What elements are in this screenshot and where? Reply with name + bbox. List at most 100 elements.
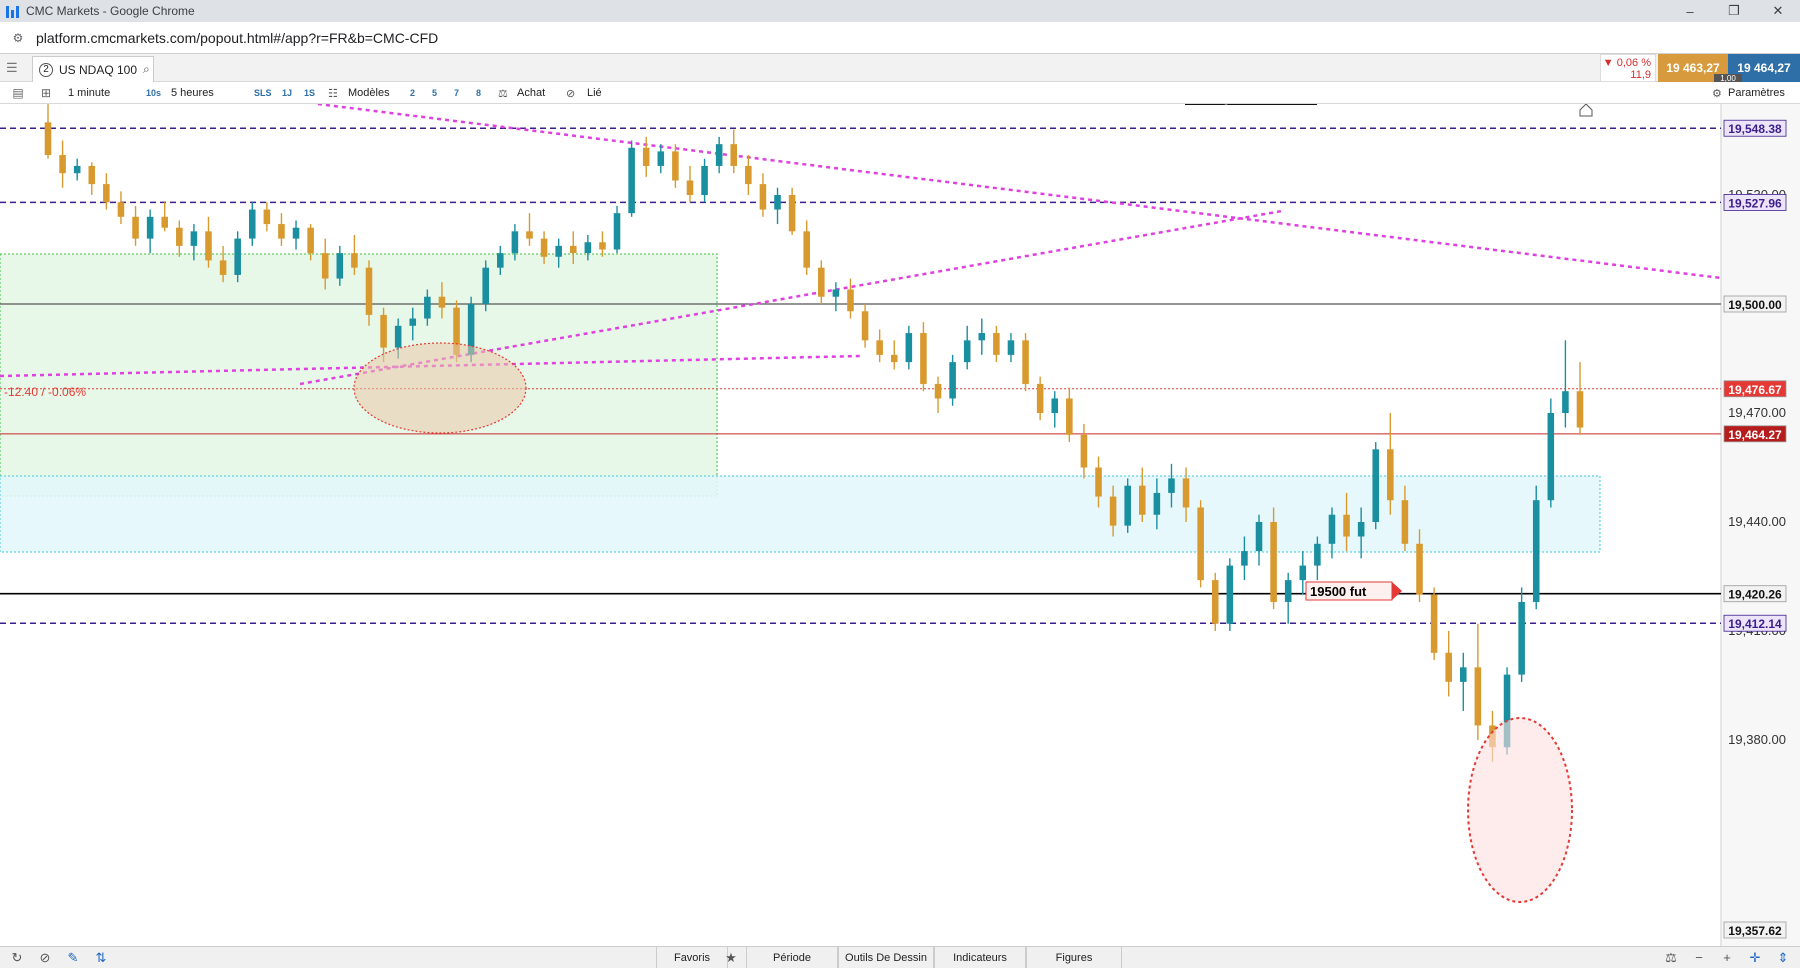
indicators-label: Indicateurs: [953, 951, 1007, 964]
candle-body: [701, 165, 708, 195]
candle-body: [730, 144, 738, 166]
candle-body: [949, 362, 956, 399]
price-tag-round: 19,500.00: [1723, 295, 1787, 313]
model-2[interactable]: 2: [410, 82, 415, 104]
close-icon[interactable]: ✕: [1756, 0, 1800, 22]
scale-icon[interactable]: ⚖: [498, 82, 508, 104]
candle-body: [569, 245, 577, 254]
chart-canvas[interactable]: -12.40 / -0.06% 19500 fut 13:00 14:00 16:00…: [0, 90, 1800, 946]
time-tick-label: 16:00: [1603, 104, 1633, 105]
btn-10s[interactable]: 10s: [146, 82, 161, 104]
candle-body: [1445, 652, 1452, 682]
candle-body: [1284, 580, 1292, 602]
window-title: CMC Markets - Google Chrome: [26, 4, 195, 18]
drawing-tools-tab[interactable]: Outils De Dessin: [838, 947, 934, 968]
address-bar[interactable]: ⚙ platform.cmcmarkets.com/popout.html#/a…: [0, 22, 1800, 54]
candle-body: [1314, 543, 1321, 566]
url-text[interactable]: platform.cmcmarkets.com/popout.html#/app…: [36, 30, 438, 46]
candle-body: [905, 333, 913, 363]
menu-icon[interactable]: ☰: [6, 60, 18, 76]
minimize-icon[interactable]: –: [1668, 0, 1712, 22]
models-icon[interactable]: ☷: [328, 82, 342, 104]
candle-body: [263, 209, 271, 225]
change-pts: 11,9: [1630, 69, 1651, 81]
candle: [234, 231, 241, 283]
candle-body: [672, 151, 679, 181]
change-pct: ▼ 0,06 %: [1602, 57, 1651, 69]
settings-button[interactable]: Paramètres: [1728, 82, 1785, 104]
instrument-tab[interactable]: 2 US NDAQ 100 ⌕: [32, 56, 154, 82]
price-tag-support-text: 19,420.26: [1728, 588, 1782, 602]
scale-icon[interactable]: ⚖: [1662, 947, 1680, 968]
cmc-logo-icon: [6, 4, 20, 18]
price-chart[interactable]: -12.40 / -0.06% 19500 fut 13:00 14:00 16:00…: [0, 90, 1800, 946]
candle-body: [1401, 500, 1409, 544]
site-settings-icon[interactable]: ⚙: [8, 28, 28, 48]
btn-sls[interactable]: SLS: [254, 82, 272, 104]
list-icon[interactable]: ▤: [10, 82, 26, 104]
candle-body: [526, 231, 533, 239]
link-icon[interactable]: ⊘: [566, 82, 575, 104]
candle-body: [132, 216, 139, 239]
favorites-tab[interactable]: Favoris: [656, 947, 728, 968]
candle-body: [715, 144, 723, 166]
candle-body: [1299, 565, 1307, 581]
candle: [1211, 572, 1219, 631]
candle: [628, 140, 635, 217]
price-tag-last-close-text: 19,476.67: [1728, 383, 1782, 397]
disable-icon[interactable]: ⊘: [36, 947, 54, 968]
zoom-in-icon[interactable]: +: [1718, 947, 1736, 968]
period-tab[interactable]: Période: [746, 947, 838, 968]
candle: [1022, 333, 1029, 392]
candle-body: [993, 333, 1000, 355]
candle-body: [745, 165, 752, 185]
fut-label-text: 19500 fut: [1310, 584, 1367, 599]
candle-body: [920, 333, 927, 384]
btn-1s[interactable]: 1S: [304, 82, 315, 104]
candle-body: [424, 296, 431, 319]
layout-icon[interactable]: ⊞: [38, 82, 54, 104]
search-icon[interactable]: ⌕: [143, 62, 150, 77]
price-tag-current-text: 19,464.27: [1728, 428, 1782, 442]
buy-price: 19 464,27: [1737, 61, 1791, 75]
period-select[interactable]: 5 heures: [171, 82, 249, 104]
bottom-bar: ↻ ⊘ ✎ ⇅ Favoris ★ Période Outils De Dess…: [0, 946, 1800, 968]
model-7[interactable]: 7: [454, 82, 459, 104]
crosshair-time: 27 Aug 2024 16:30:00: [1185, 90, 1317, 105]
candle-body: [1197, 507, 1204, 581]
model-5[interactable]: 5: [432, 82, 437, 104]
candle-body: [482, 267, 489, 304]
candle-body: [934, 383, 942, 399]
candle-body: [1430, 594, 1438, 653]
figures-tab[interactable]: Figures: [1026, 947, 1122, 968]
candle-body: [365, 267, 373, 315]
zoom-out-icon[interactable]: −: [1690, 947, 1708, 968]
refresh-icon[interactable]: ↻: [8, 947, 26, 968]
price-tick-label: 19,380.00: [1728, 732, 1786, 747]
candle-body: [1459, 667, 1467, 682]
models-button[interactable]: Modèles: [348, 82, 390, 104]
candle-body: [219, 260, 227, 275]
buy-toolbar-button[interactable]: Achat: [517, 82, 545, 104]
settings-icon[interactable]: ⚙: [1712, 82, 1722, 104]
candle-body: [657, 151, 665, 166]
interval-select[interactable]: 1 minute: [68, 82, 140, 104]
candle-body: [234, 238, 241, 275]
indicators-tab[interactable]: Indicateurs: [934, 947, 1026, 968]
candle-body: [642, 147, 650, 166]
linked-button[interactable]: Lié: [587, 82, 602, 104]
candle-body: [1124, 485, 1131, 526]
candle-body: [1182, 478, 1190, 508]
candle-body: [438, 296, 446, 308]
star-icon[interactable]: ★: [722, 947, 740, 968]
btn-1j[interactable]: 1J: [282, 82, 292, 104]
figures-label: Figures: [1055, 951, 1093, 964]
fit-icon[interactable]: ⇕: [1774, 947, 1792, 968]
arrows-icon[interactable]: ⇅: [92, 947, 110, 968]
restore-icon[interactable]: ❐: [1712, 0, 1756, 22]
price-tag-top: 19,548.38: [1723, 119, 1787, 137]
crosshair-icon[interactable]: ✛: [1746, 947, 1764, 968]
model-8[interactable]: 8: [476, 82, 481, 104]
pencil-icon[interactable]: ✎: [64, 947, 82, 968]
candle: [949, 354, 956, 406]
